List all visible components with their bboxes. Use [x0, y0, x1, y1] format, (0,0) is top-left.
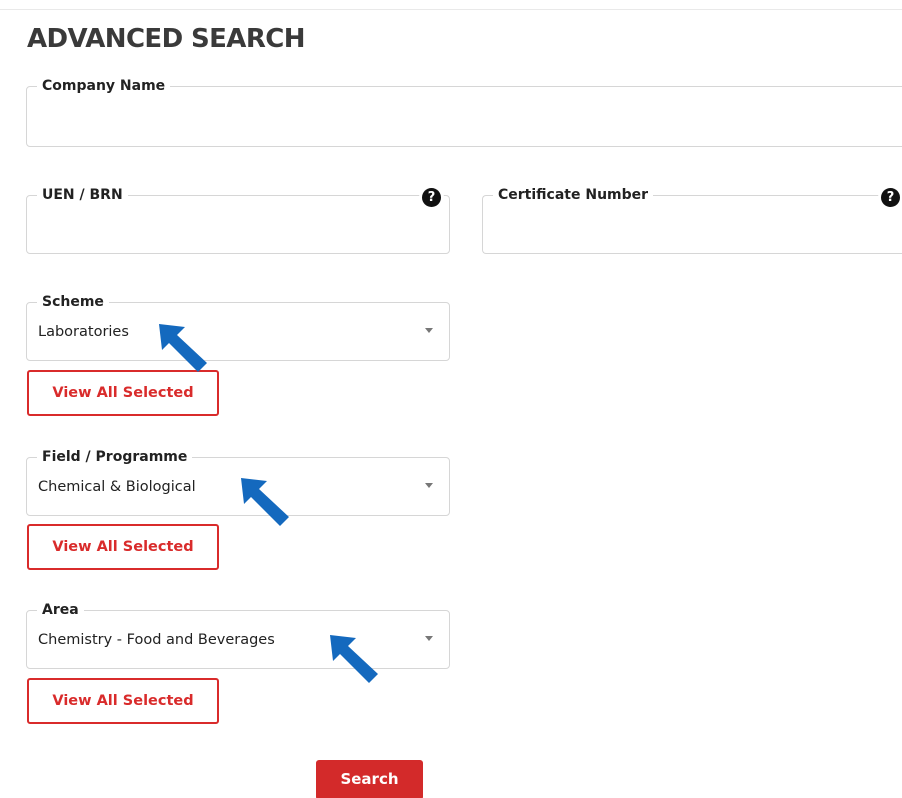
certificate-number-field[interactable]: Certificate Number ? — [482, 185, 902, 254]
company-name-field[interactable]: Company Name — [26, 76, 902, 147]
uen-brn-field[interactable]: UEN / BRN ? — [26, 185, 450, 254]
pointer-arrow-icon — [330, 635, 378, 683]
area-selected-value: Chemistry - Food and Beverages — [38, 632, 275, 648]
area-select[interactable]: Area Chemistry - Food and Beverages — [26, 600, 450, 669]
area-view-all-selected-button[interactable]: View All Selected — [27, 678, 219, 724]
field-programme-select[interactable]: Field / Programme Chemical & Biological — [26, 447, 450, 516]
field-programme-selected-value: Chemical & Biological — [38, 479, 196, 495]
help-icon[interactable]: ? — [881, 188, 900, 207]
scheme-label: Scheme — [37, 292, 109, 312]
area-label: Area — [37, 600, 84, 620]
scheme-selected-value: Laboratories — [38, 324, 129, 340]
chevron-down-icon[interactable] — [425, 328, 433, 333]
pointer-arrow-icon — [241, 478, 289, 526]
scheme-view-all-selected-button[interactable]: View All Selected — [27, 370, 219, 416]
pointer-arrow-icon — [159, 324, 207, 372]
certificate-number-label: Certificate Number — [493, 185, 654, 205]
uen-brn-label: UEN / BRN — [37, 185, 128, 205]
help-icon[interactable]: ? — [422, 188, 441, 207]
chevron-down-icon[interactable] — [425, 483, 433, 488]
top-divider — [0, 9, 902, 10]
page-title: ADVANCED SEARCH — [27, 24, 305, 54]
search-button[interactable]: Search — [316, 760, 423, 798]
chevron-down-icon[interactable] — [425, 636, 433, 641]
field-programme-view-all-selected-button[interactable]: View All Selected — [27, 524, 219, 570]
scheme-select[interactable]: Scheme Laboratories — [26, 292, 450, 361]
field-programme-label: Field / Programme — [37, 447, 193, 467]
company-name-label: Company Name — [37, 76, 171, 96]
